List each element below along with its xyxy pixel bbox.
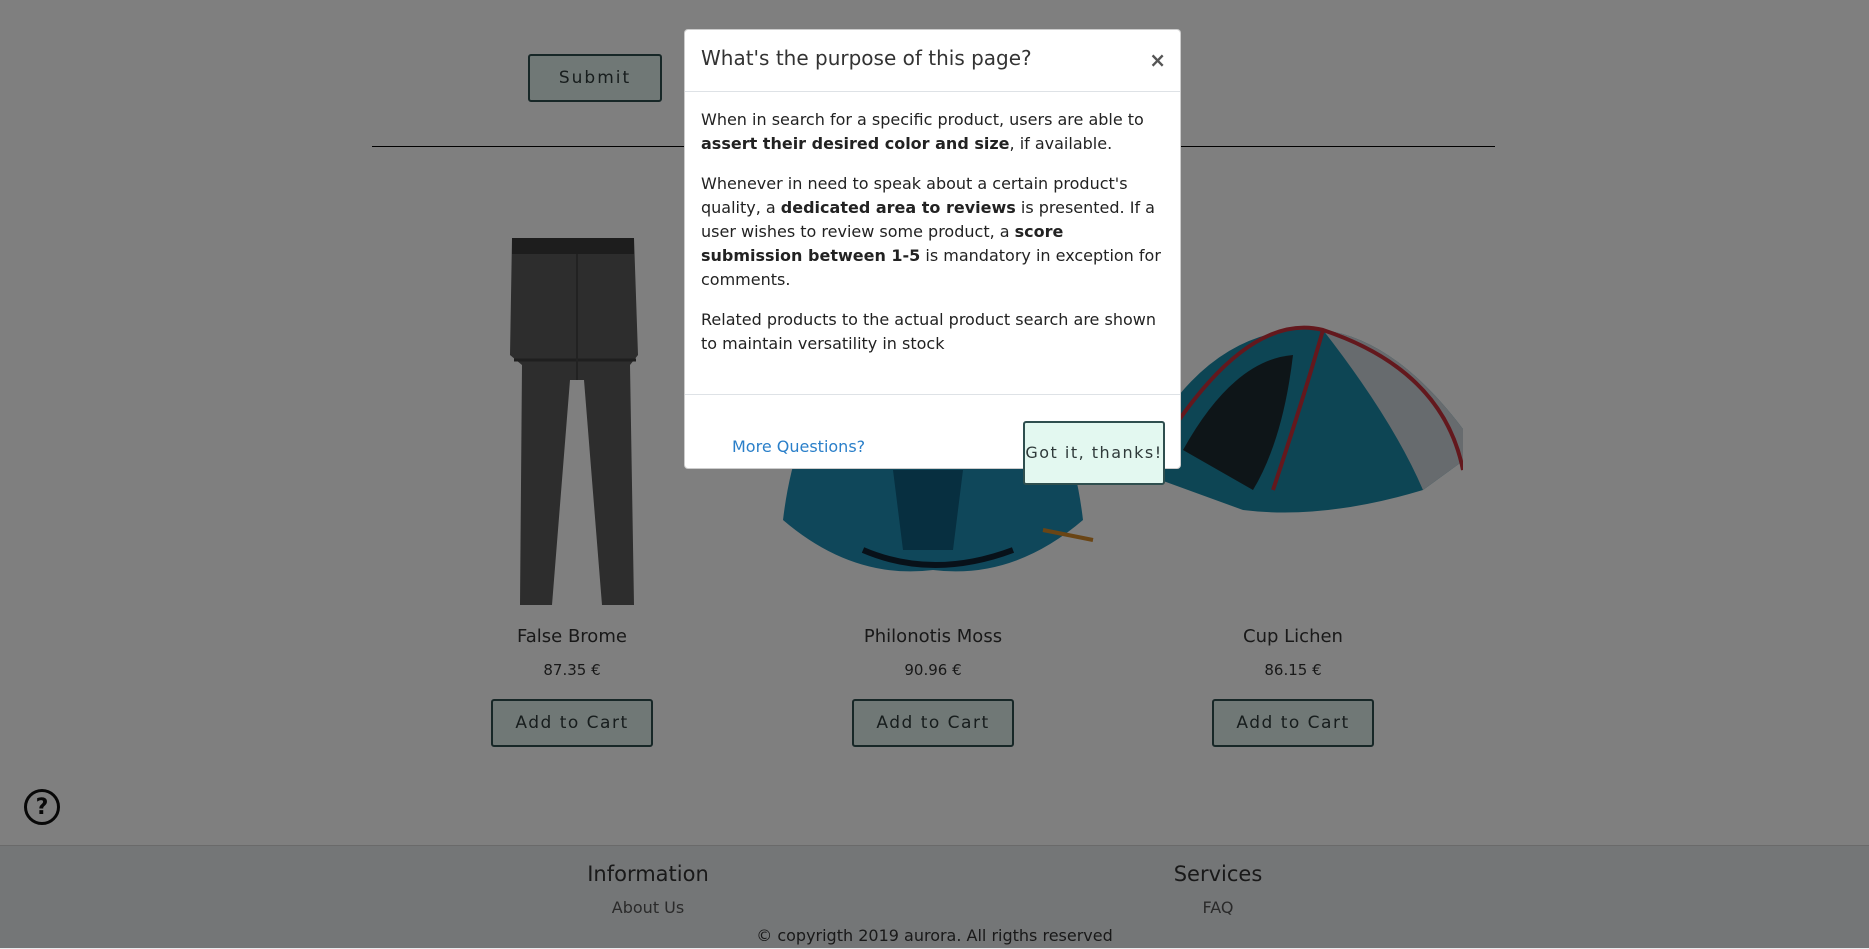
more-questions-link[interactable]: More Questions? xyxy=(732,437,865,456)
modal-body: When in search for a specific product, u… xyxy=(685,92,1180,395)
modal-paragraph: When in search for a specific product, u… xyxy=(701,110,1144,153)
modal-paragraph: Whenever in need to speak about a certai… xyxy=(701,174,1161,289)
close-icon[interactable]: × xyxy=(1149,48,1166,72)
modal-paragraph: Related products to the actual product s… xyxy=(701,310,1156,353)
modal-header: What's the purpose of this page? × xyxy=(685,30,1180,92)
modal-footer: More Questions? Got it, thanks! xyxy=(685,395,1180,485)
modal-title: What's the purpose of this page? xyxy=(701,46,1032,70)
got-it-button[interactable]: Got it, thanks! xyxy=(1023,421,1165,485)
info-modal: What's the purpose of this page? × When … xyxy=(684,29,1181,485)
